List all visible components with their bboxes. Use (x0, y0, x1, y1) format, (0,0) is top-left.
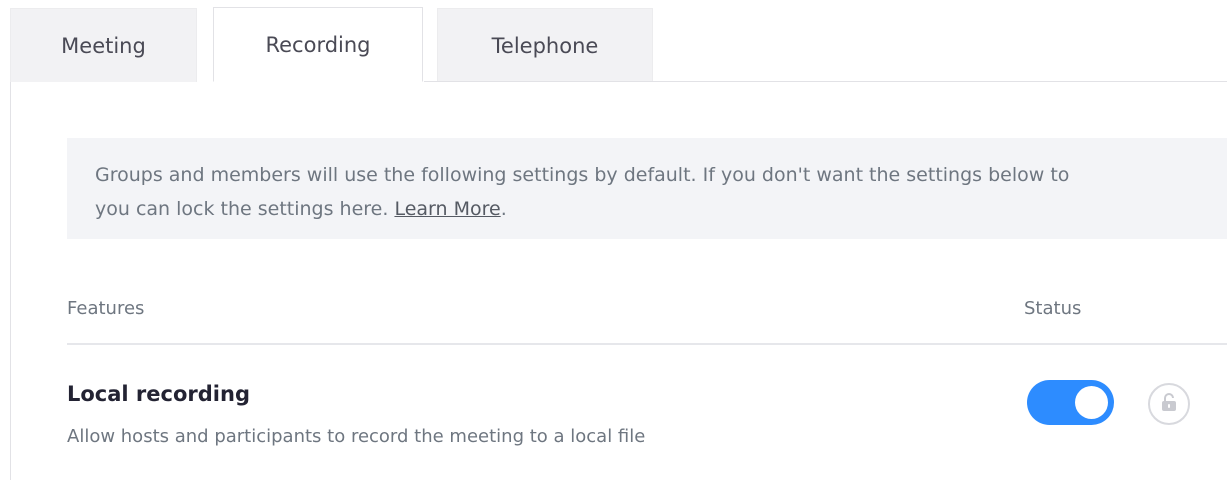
panel-border (10, 82, 11, 480)
settings-page: Meeting Recording Telephone Groups and m… (0, 0, 1227, 480)
learn-more-link[interactable]: Learn More (394, 198, 500, 220)
setting-title-local-recording: Local recording (67, 382, 250, 406)
tab-meeting[interactable]: Meeting (10, 8, 197, 82)
info-text-line-1: Groups and members will use the followin… (95, 164, 1070, 186)
unlock-icon (1160, 392, 1178, 416)
local-recording-toggle[interactable] (1027, 380, 1114, 425)
toggle-knob (1075, 386, 1108, 419)
tab-recording[interactable]: Recording (213, 7, 423, 82)
tab-bar: Meeting Recording Telephone (10, 7, 653, 82)
tab-baseline-divider (424, 81, 1227, 82)
info-banner: Groups and members will use the followin… (67, 138, 1227, 239)
tab-telephone-label: Telephone (491, 33, 599, 58)
header-divider (67, 343, 1227, 345)
column-header-status: Status (1024, 298, 1082, 319)
tab-telephone[interactable]: Telephone (437, 8, 653, 82)
tab-meeting-label: Meeting (61, 33, 146, 58)
column-header-features: Features (67, 298, 145, 319)
info-text-line-2: you can lock the settings here. Learn Mo… (95, 192, 1199, 226)
setting-description-local-recording: Allow hosts and participants to record t… (67, 426, 646, 447)
info-text-prefix: you can lock the settings here. (95, 198, 395, 220)
lock-setting-button[interactable] (1148, 383, 1190, 425)
tab-recording-label: Recording (265, 32, 371, 57)
info-text-suffix: . (500, 198, 507, 220)
